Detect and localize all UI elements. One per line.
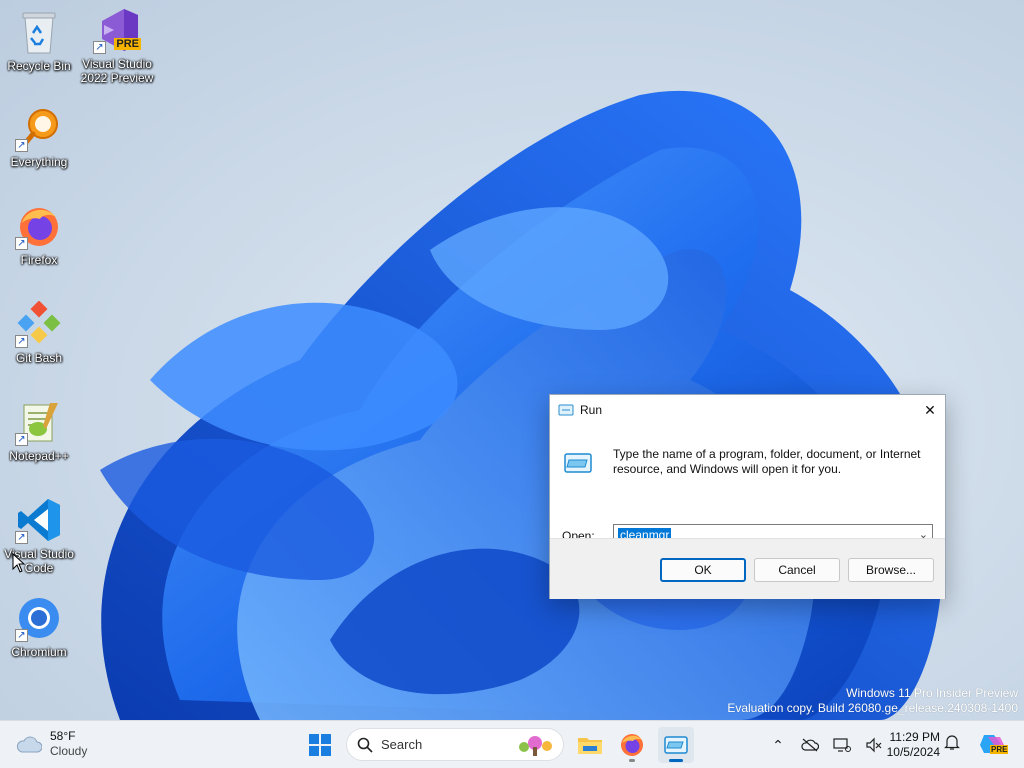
desktop-icon-everything[interactable]: ↗ Everything <box>1 104 77 169</box>
shortcut-arrow-icon: ↗ <box>15 433 28 446</box>
shortcut-arrow-icon: ↗ <box>93 41 106 54</box>
windows-logo-icon <box>309 734 331 756</box>
notepad-plus-plus-icon: ↗ <box>15 398 63 446</box>
visual-studio-icon: PRE ↗ <box>93 6 141 54</box>
run-titlebar[interactable]: Run ✕ <box>550 395 945 425</box>
weather-temp: 58°F <box>50 729 76 743</box>
ok-button[interactable]: OK <box>660 558 746 582</box>
cloud-icon <box>16 736 42 753</box>
taskbar: 58°F Cloudy Search ⌃ 11:29 PM 10/5/2024 … <box>0 720 1024 768</box>
wallpaper-bloom <box>100 90 944 720</box>
desktop-icon-firefox[interactable]: ↗ Firefox <box>1 202 77 267</box>
search-highlight-icon <box>519 736 552 756</box>
run-app-icon <box>558 404 574 416</box>
desktop-icon-visual-studio-2022-preview[interactable]: PRE ↗ Visual Studio 2022 Preview <box>79 6 155 85</box>
cloud-offline-icon <box>801 738 819 752</box>
desktop-icon-label: Chromium <box>11 645 67 659</box>
watermark-edition: Windows 11 Pro Insider Preview <box>846 686 1018 700</box>
taskbar-firefox[interactable] <box>614 727 650 763</box>
preview-badge: PRE <box>114 38 141 50</box>
firefox-icon <box>621 734 643 756</box>
weather-condition: Cloudy <box>50 744 88 758</box>
copilot-button[interactable]: PRE <box>978 731 1009 760</box>
tray-onedrive-button[interactable] <box>794 729 826 761</box>
notification-button[interactable] <box>944 733 960 754</box>
recycle-bin-icon <box>15 8 63 56</box>
preview-badge: PRE <box>990 745 1009 754</box>
desktop-icon-label: Firefox <box>20 253 58 267</box>
shortcut-arrow-icon: ↗ <box>15 531 28 544</box>
run-app-icon <box>664 736 688 754</box>
firefox-icon: ↗ <box>15 202 63 250</box>
run-description: Type the name of a program, folder, docu… <box>613 447 921 476</box>
search-placeholder: Search <box>381 737 423 752</box>
system-tray: ⌃ <box>762 721 890 768</box>
run-footer: OK Cancel Browse... <box>550 538 945 599</box>
running-indicator <box>629 759 635 762</box>
vscode-icon: ↗ <box>15 496 63 544</box>
everything-search-icon: ↗ <box>15 104 63 152</box>
shortcut-arrow-icon: ↗ <box>15 237 28 250</box>
start-button[interactable] <box>302 727 338 763</box>
network-icon <box>833 738 851 752</box>
run-dialog: Run ✕ Type the name of a program, folder… <box>549 394 946 599</box>
taskbar-run[interactable] <box>658 727 694 763</box>
desktop-icon-label: Git Bash <box>15 351 63 365</box>
search-icon <box>357 737 373 753</box>
chromium-icon: ↗ <box>15 594 63 642</box>
mouse-pointer-icon <box>12 553 26 573</box>
shortcut-arrow-icon: ↗ <box>15 335 28 348</box>
taskbar-search[interactable]: Search <box>346 728 564 761</box>
shortcut-arrow-icon: ↗ <box>15 629 28 642</box>
close-icon: ✕ <box>924 401 936 418</box>
folder-icon <box>578 738 602 754</box>
active-indicator <box>669 759 683 762</box>
taskbar-clock[interactable]: 11:29 PM 10/5/2024 <box>878 730 940 760</box>
git-bash-icon: ↗ <box>15 300 63 348</box>
desktop-icon-label: Visual Studio 2022 Preview <box>80 57 154 85</box>
shortcut-arrow-icon: ↗ <box>15 139 28 152</box>
desktop-icon-notepad-plus-plus[interactable]: ↗ Notepad++ <box>1 398 77 463</box>
desktop-icon-git-bash[interactable]: ↗ Git Bash <box>1 300 77 365</box>
bell-icon <box>944 735 960 750</box>
clock-date: 10/5/2024 <box>886 745 940 759</box>
run-program-icon <box>564 453 592 473</box>
cancel-button[interactable]: Cancel <box>754 558 840 582</box>
close-button[interactable]: ✕ <box>915 395 945 425</box>
run-title: Run <box>580 403 603 417</box>
desktop-icon-label: Notepad++ <box>9 449 69 463</box>
tray-overflow-button[interactable]: ⌃ <box>762 729 794 761</box>
clock-time: 11:29 PM <box>889 730 940 744</box>
desktop-icon-label: Everything <box>10 155 68 169</box>
watermark-build: Evaluation copy. Build 26080.ge_release.… <box>727 701 1018 715</box>
chevron-up-icon: ⌃ <box>772 736 784 753</box>
desktop-icon-recycle-bin[interactable]: Recycle Bin <box>1 8 77 73</box>
browse-button[interactable]: Browse... <box>848 558 934 582</box>
taskbar-file-explorer[interactable] <box>572 727 608 763</box>
desktop-icon-label: Recycle Bin <box>7 59 71 73</box>
weather-widget[interactable]: 58°F Cloudy <box>16 729 87 759</box>
desktop-icon-chromium[interactable]: ↗ Chromium <box>1 594 77 659</box>
tray-network-button[interactable] <box>826 729 858 761</box>
run-body: Type the name of a program, folder, docu… <box>550 425 945 547</box>
